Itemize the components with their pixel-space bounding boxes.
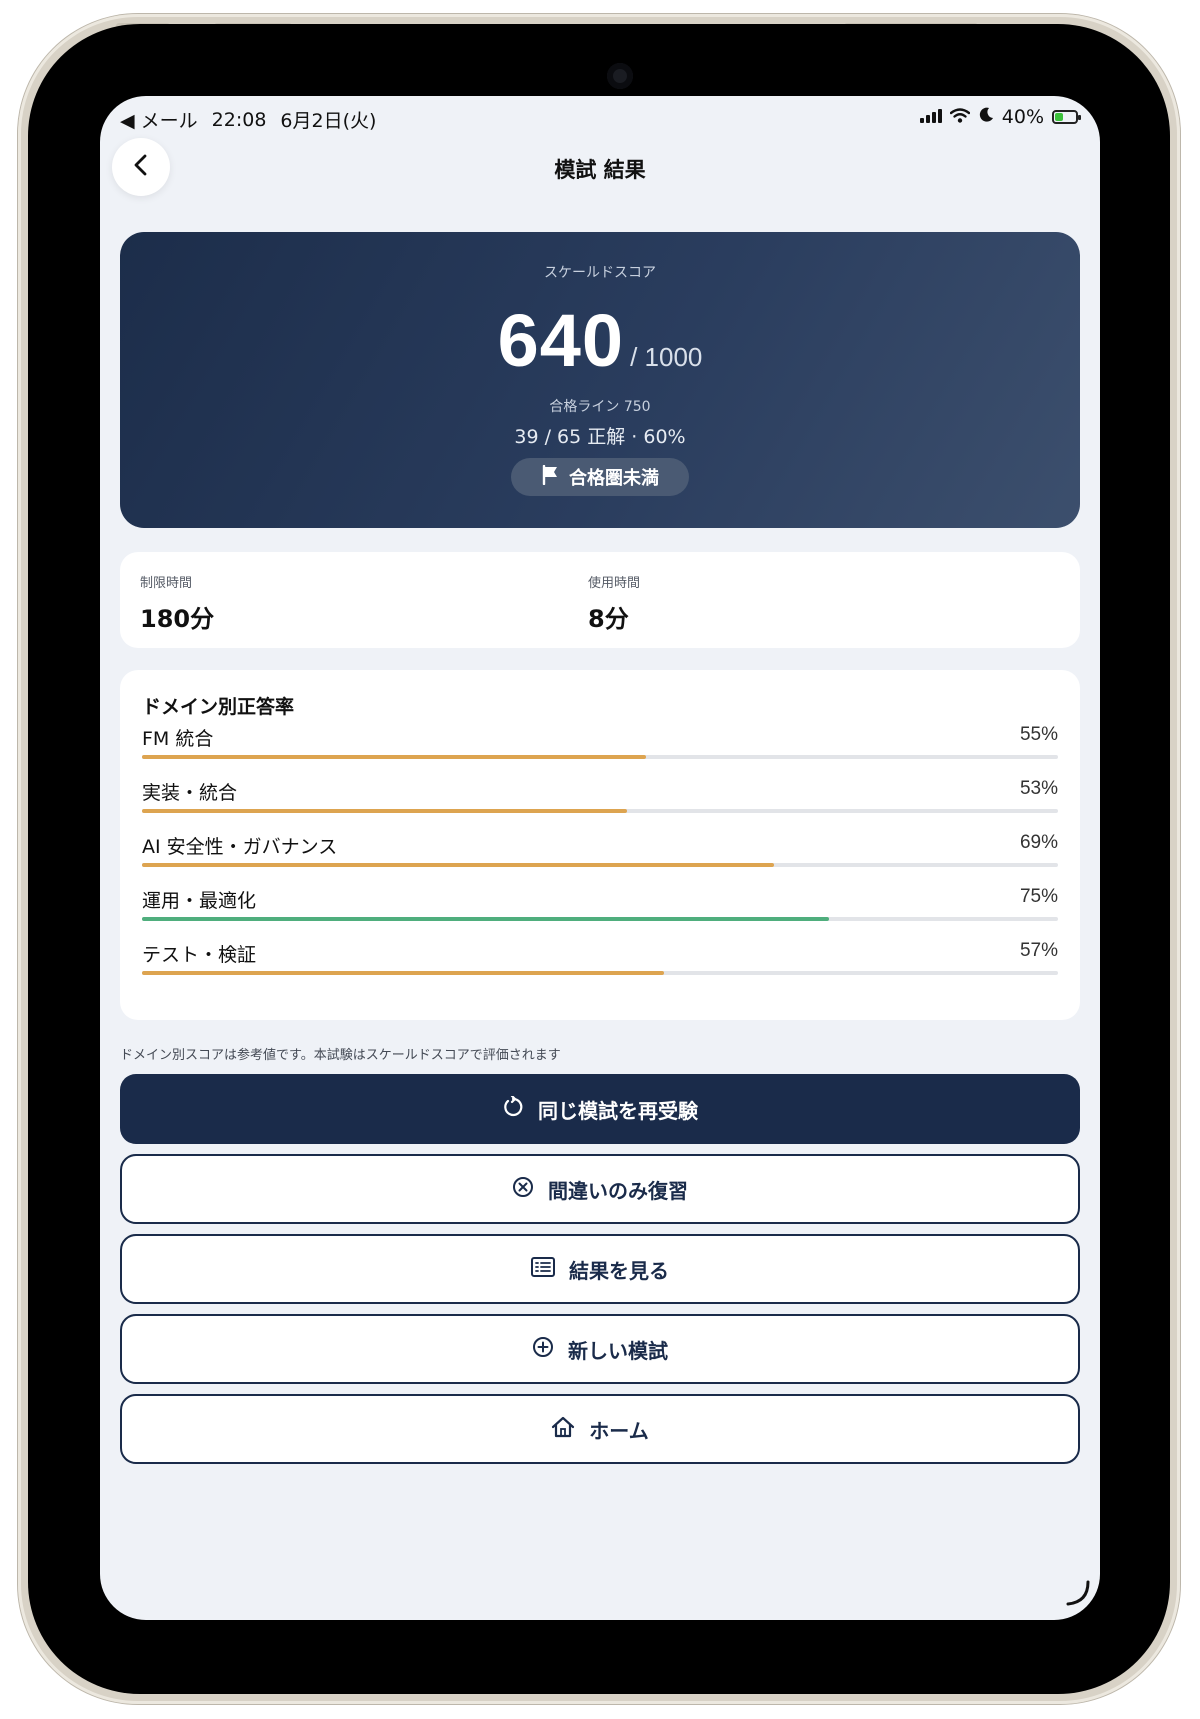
- domain-bar-track: [142, 917, 1058, 921]
- domain-percent: 75%: [1019, 886, 1058, 907]
- flag-icon: [541, 464, 559, 490]
- domain-row: AI 安全性・ガバナンス 69%: [142, 832, 1058, 872]
- moon-icon: [978, 106, 994, 128]
- domain-row: FM 統合 55%: [142, 724, 1058, 764]
- home-label: ホーム: [589, 1418, 649, 1443]
- score-card: スケールドスコア 640 / 1000 合格ライン 750 39 / 65 正解…: [120, 232, 1080, 528]
- domain-title: ドメイン別正答率: [142, 696, 295, 718]
- time-used-value: 8分: [588, 605, 629, 633]
- pass-line: 合格ライン 750: [549, 399, 651, 415]
- close-circle-icon: [512, 1176, 534, 1203]
- score-value: 640: [497, 299, 625, 382]
- page-title: 模試 結果: [554, 158, 646, 182]
- domain-note: ドメイン別スコアは参考値です。本試験はスケールドスコアで評価されます: [120, 1048, 561, 1063]
- domain-row: 運用・最適化 75%: [142, 886, 1058, 926]
- front-camera: [607, 63, 633, 89]
- battery-percent: 40%: [1001, 106, 1044, 128]
- battery-level-fill: [1055, 113, 1063, 121]
- domain-bar-track: [142, 863, 1058, 867]
- domain-name: 運用・最適化: [142, 890, 257, 912]
- domain-percent: 55%: [1019, 724, 1058, 745]
- retry-exam-button[interactable]: 同じ模試を再受験: [120, 1074, 1080, 1144]
- correct-count: 39 / 65 正解 · 60%: [514, 426, 686, 448]
- back-to-app-link[interactable]: ◀ メール: [120, 106, 198, 133]
- status-badge-label: 合格圏未満: [569, 468, 659, 489]
- time-limit: 制限時間 180分: [140, 572, 214, 634]
- list-icon: [531, 1256, 555, 1282]
- domain-bar-track: [142, 755, 1058, 759]
- domain-bar-fill: [142, 755, 646, 759]
- home-icon: [551, 1416, 575, 1443]
- domain-row: 実装・統合 53%: [142, 778, 1058, 818]
- domain-bar-fill: [142, 809, 628, 813]
- review-wrong-button[interactable]: 間違いのみ復習: [120, 1154, 1080, 1224]
- time-limit-label: 制限時間: [140, 576, 193, 591]
- domain-name: テスト・検証: [142, 944, 257, 966]
- domain-percent: 69%: [1019, 832, 1058, 853]
- resize-handle-icon[interactable]: [1062, 1578, 1092, 1612]
- domain-percent: 57%: [1019, 940, 1058, 961]
- domain-row: テスト・検証 57%: [142, 940, 1058, 980]
- status-time: 22:08: [211, 108, 267, 131]
- domain-accuracy-card: ドメイン別正答率 FM 統合 55% 実装・統合 53% AI 安全性・ガバナン…: [120, 670, 1080, 1020]
- retry-icon: [502, 1094, 524, 1123]
- time-used: 使用時間 8分: [588, 572, 640, 634]
- score-max: / 1000: [630, 342, 703, 372]
- domain-name: AI 安全性・ガバナンス: [142, 836, 338, 858]
- status-date: 6月2日(火): [280, 110, 377, 132]
- domain-bar-fill: [142, 971, 665, 975]
- view-results-label: 結果を見る: [569, 1258, 669, 1283]
- wifi-icon: [949, 106, 970, 128]
- app-screen: ◀ メール 22:08 6月2日(火) 40% 模試 結果 スケールドスコア 6…: [100, 96, 1100, 1620]
- domain-bar-fill: [142, 863, 775, 867]
- status-badge: 合格圏未満: [511, 458, 689, 496]
- new-exam-label: 新しい模試: [568, 1338, 668, 1363]
- score-label: スケールドスコア: [544, 265, 656, 281]
- new-exam-button[interactable]: 新しい模試: [120, 1314, 1080, 1384]
- domain-bar-track: [142, 971, 1058, 975]
- plus-circle-icon: [532, 1336, 554, 1363]
- domain-bar-track: [142, 809, 1058, 813]
- domain-name: FM 統合: [142, 728, 214, 750]
- retry-exam-label: 同じ模試を再受験: [538, 1098, 698, 1123]
- time-used-label: 使用時間: [588, 576, 641, 591]
- signal-icon: [919, 106, 942, 128]
- time-card: 制限時間 180分 使用時間 8分: [120, 552, 1080, 648]
- review-wrong-label: 間違いのみ復習: [548, 1178, 688, 1203]
- domain-name: 実装・統合: [142, 782, 238, 804]
- battery-icon: [1052, 110, 1081, 124]
- home-button[interactable]: ホーム: [120, 1394, 1080, 1464]
- time-limit-value: 180分: [140, 605, 215, 633]
- domain-bar-fill: [142, 917, 829, 921]
- status-bar: ◀ メール 22:08 6月2日(火) 40%: [100, 96, 1100, 140]
- view-results-button[interactable]: 結果を見る: [120, 1234, 1080, 1304]
- domain-percent: 53%: [1019, 778, 1058, 799]
